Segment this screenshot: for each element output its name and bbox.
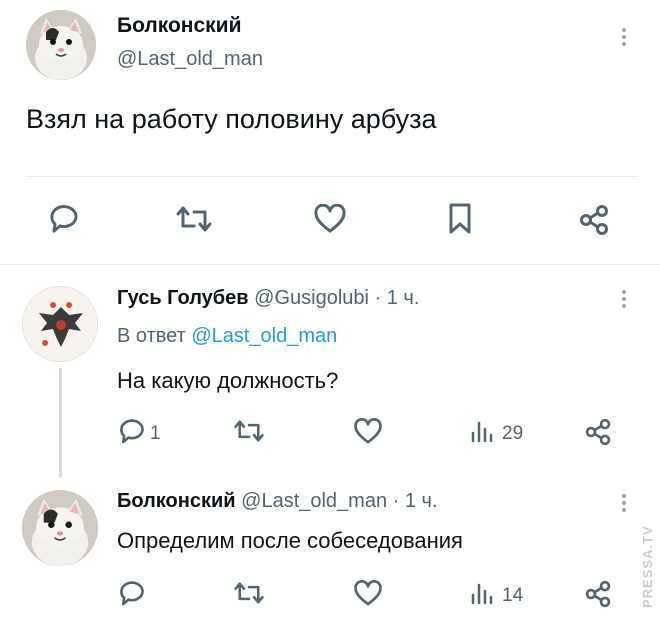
cat-avatar-image bbox=[26, 10, 96, 80]
reply-header: Гусь Голубев @Gusigolubi · 1 ч. bbox=[117, 287, 419, 310]
share-icon[interactable] bbox=[584, 580, 612, 608]
more-options-icon[interactable] bbox=[622, 28, 626, 49]
bookmark-icon[interactable] bbox=[447, 202, 473, 236]
reply-author-name[interactable]: Гусь Голубев bbox=[117, 287, 249, 309]
reply-timestamp[interactable]: · 1 ч. bbox=[393, 490, 438, 512]
more-options-icon[interactable] bbox=[622, 494, 626, 515]
views-count[interactable]: 14 bbox=[502, 586, 523, 605]
share-icon[interactable] bbox=[584, 418, 612, 446]
views-icon[interactable] bbox=[470, 581, 494, 605]
reply-to-handle[interactable]: @Last_old_man bbox=[191, 325, 337, 347]
repost-icon[interactable] bbox=[175, 204, 213, 234]
reply-to-prefix: В ответ bbox=[117, 325, 186, 347]
repost-icon[interactable] bbox=[233, 580, 265, 606]
post-text: Взял на работу половину арбуза bbox=[26, 104, 437, 134]
more-options-icon[interactable] bbox=[622, 290, 626, 311]
thread-connector bbox=[59, 368, 62, 478]
reply-text: На какую должность? bbox=[117, 368, 339, 393]
views-count[interactable]: 29 bbox=[502, 424, 523, 443]
author-name[interactable]: Болконский bbox=[117, 14, 242, 38]
reply-bubble-icon[interactable] bbox=[118, 418, 146, 445]
reply-header: Болконский @Last_old_man · 1 ч. bbox=[117, 490, 438, 513]
share-icon[interactable] bbox=[578, 204, 610, 236]
reply-author-handle[interactable]: @Gusigolubi bbox=[254, 287, 369, 309]
reply-to-line: В ответ @Last_old_man bbox=[117, 325, 337, 348]
eagle-emblem-image bbox=[23, 287, 97, 361]
author-handle[interactable]: @Last_old_man bbox=[117, 48, 263, 71]
reply-count[interactable]: 1 bbox=[150, 424, 161, 443]
cat-avatar-image bbox=[22, 490, 98, 566]
views-icon[interactable] bbox=[470, 419, 494, 443]
repost-icon[interactable] bbox=[233, 418, 265, 444]
reply-author-handle[interactable]: @Last_old_man bbox=[241, 490, 387, 512]
reply-author-avatar[interactable] bbox=[22, 490, 98, 566]
post-divider bbox=[26, 176, 638, 177]
heart-icon[interactable] bbox=[353, 580, 383, 607]
reply-bubble-icon[interactable] bbox=[48, 204, 80, 234]
heart-icon[interactable] bbox=[353, 418, 383, 445]
author-avatar[interactable] bbox=[26, 10, 96, 80]
reply-author-avatar[interactable] bbox=[22, 286, 98, 362]
watermark: PRESSA.TV bbox=[640, 525, 655, 608]
reply-timestamp[interactable]: · 1 ч. bbox=[375, 287, 420, 309]
reply-text: Определим после собеседования bbox=[117, 528, 463, 553]
reply-author-name[interactable]: Болконский bbox=[117, 490, 236, 512]
heart-icon[interactable] bbox=[313, 204, 347, 234]
section-divider bbox=[0, 264, 660, 265]
reply-bubble-icon[interactable] bbox=[118, 580, 146, 607]
